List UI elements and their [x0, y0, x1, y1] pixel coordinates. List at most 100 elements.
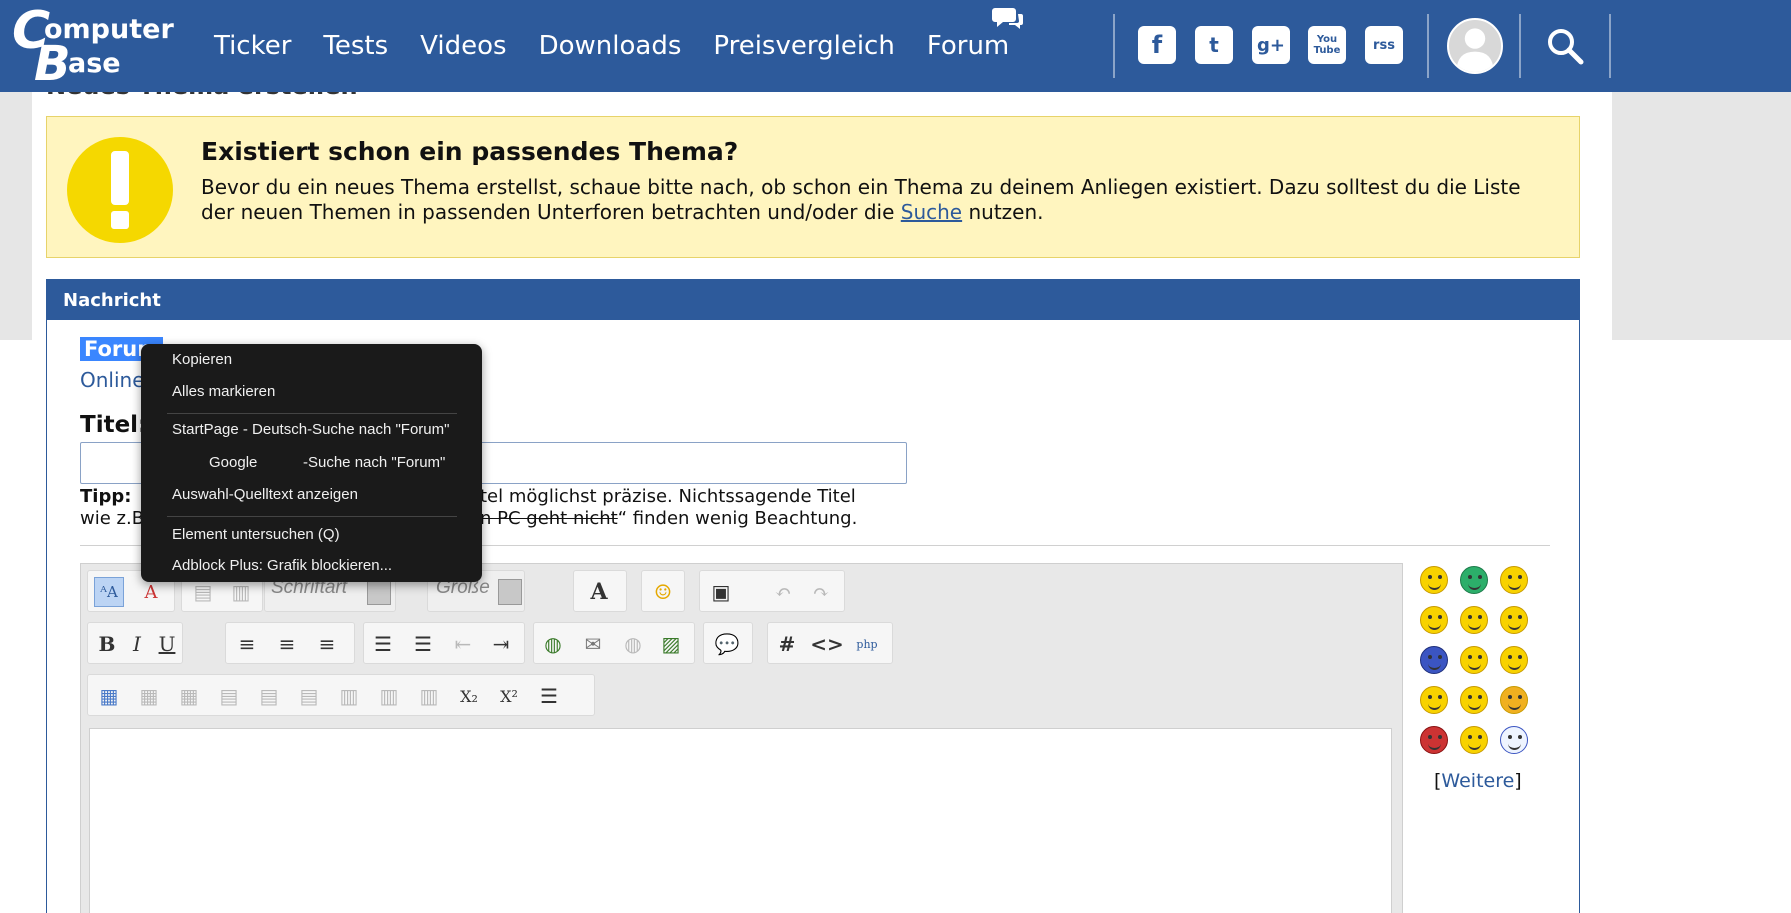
smiley-icon[interactable] [1420, 566, 1448, 594]
menu-item-view-source[interactable]: Auswahl-Quelltext anzeigen [172, 482, 358, 508]
toolbar-group-code: # <> php [767, 622, 893, 664]
align-center-icon[interactable]: ≡ [272, 629, 302, 659]
more-smileys-link[interactable]: Weitere [1441, 770, 1514, 792]
nav-preisvergleich[interactable]: Preisvergleich [713, 31, 894, 61]
email-icon[interactable]: ✉ [578, 629, 608, 659]
insert-col-left-icon[interactable]: ▥ [334, 681, 364, 711]
search-link[interactable]: Suche [901, 200, 962, 224]
more-smileys: [Weitere] [1434, 770, 1522, 792]
smiley-grin-icon[interactable] [1460, 566, 1488, 594]
notice-text: Bevor du ein neues Thema erstellst, scha… [201, 175, 1521, 224]
panel-heading: Nachricht [47, 280, 1579, 320]
nav-tests[interactable]: Tests [323, 31, 388, 61]
hash-icon[interactable]: # [772, 629, 802, 659]
smiley-wink-icon[interactable] [1500, 566, 1528, 594]
toolbar-group-format: B I U [87, 622, 183, 664]
indent-icon[interactable]: ⇥ [486, 629, 516, 659]
computerbase-logo[interactable]: C omputer B ase [10, 1, 180, 92]
table-properties-icon[interactable]: ▦ [134, 681, 164, 711]
underline-icon[interactable]: U [152, 629, 182, 659]
svg-text:ase: ase [68, 48, 121, 79]
chevron-down-icon [498, 579, 522, 605]
smiley-cool-icon[interactable] [1500, 606, 1528, 634]
svg-text:B: B [34, 36, 71, 84]
redo-icon[interactable]: ↷ [806, 577, 836, 607]
menu-item-copy[interactable]: Kopieren [172, 347, 232, 373]
notice-heading: Existiert schon ein passendes Thema? [201, 137, 739, 166]
message-textarea[interactable] [89, 728, 1392, 913]
switch-mode-icon[interactable]: ᴬA [94, 577, 124, 607]
online-link[interactable]: Online [80, 368, 145, 392]
context-menu: Kopieren Alles markieren StartPage - Deu… [141, 344, 482, 582]
smiley-sad-icon[interactable] [1460, 606, 1488, 634]
image-icon[interactable]: ▨ [656, 629, 686, 659]
menu-separator [167, 516, 457, 517]
font-color-icon[interactable]: A [584, 577, 614, 607]
insert-col-right-icon[interactable]: ▥ [374, 681, 404, 711]
menu-item-inspect[interactable]: Element untersuchen (Q) [172, 522, 340, 548]
smiley-lol-icon[interactable] [1420, 646, 1448, 674]
toolbar-group-color: A [573, 570, 627, 612]
rich-text-editor: ᴬA A ▤ ▥ Schriftart Größe A ☺ ▣ ↶ ↷ B I … [80, 563, 1403, 913]
insert-row-below-icon[interactable]: ▤ [254, 681, 284, 711]
user-avatar-icon[interactable] [1447, 18, 1503, 74]
nav-videos[interactable]: Videos [420, 31, 506, 61]
toolbar-group-lists: ☰ ☰ ⇤ ⇥ [363, 622, 525, 664]
code-icon[interactable]: <> [810, 629, 844, 659]
header-divider [1113, 14, 1115, 78]
smiley-rolleyes-icon[interactable] [1460, 646, 1488, 674]
bold-icon[interactable]: B [92, 629, 122, 659]
nav-downloads[interactable]: Downloads [539, 31, 682, 61]
menu-item-select-all[interactable]: Alles markieren [172, 379, 275, 405]
italic-icon[interactable]: I [122, 629, 152, 659]
link-icon[interactable]: ◍ [538, 629, 568, 659]
twitter-icon[interactable]: t [1195, 26, 1233, 64]
smiley-shocked-icon[interactable] [1500, 726, 1528, 754]
smiley-devil-icon[interactable] [1500, 686, 1528, 714]
menu-item-google-search[interactable]: Google -Suche nach "Forum" [172, 450, 445, 476]
toolbar-group-attach: ▣ ↶ ↷ [699, 570, 845, 612]
smiley-frown-icon[interactable] [1500, 646, 1528, 674]
nav-forum[interactable]: Forum [927, 31, 1009, 61]
search-icon[interactable] [1545, 26, 1585, 66]
ordered-list-icon[interactable]: ☰ [368, 629, 398, 659]
superscript-icon[interactable]: X² [494, 681, 524, 711]
smiley-eek-icon[interactable] [1460, 686, 1488, 714]
toolbar-group-insert: ◍ ✉ ◍ ▨ [533, 622, 695, 664]
delete-col-icon[interactable]: ▥ [414, 681, 444, 711]
smiley-happy-icon[interactable] [1420, 686, 1448, 714]
toolbar-group-align: ≡ ≡ ≡ [225, 622, 355, 664]
nav-ticker[interactable]: Ticker [214, 31, 291, 61]
exclamation-icon [67, 137, 173, 243]
undo-icon[interactable]: ↶ [768, 577, 798, 607]
insert-row-above-icon[interactable]: ▤ [214, 681, 244, 711]
youtube-icon[interactable]: You Tube [1308, 26, 1346, 64]
delete-table-icon[interactable]: ▦ [174, 681, 204, 711]
subscript-icon[interactable]: X₂ [454, 681, 484, 711]
align-left-icon[interactable]: ≡ [232, 629, 262, 659]
header-divider [1609, 14, 1611, 78]
smiley-surprised-icon[interactable] [1460, 726, 1488, 754]
background-left [0, 92, 32, 340]
smiley-laugh-icon[interactable] [1420, 606, 1448, 634]
php-icon[interactable]: php [852, 629, 882, 659]
quote-icon[interactable]: 💬 [712, 629, 742, 659]
header-divider [1519, 14, 1521, 78]
smiley-mad-icon[interactable] [1420, 726, 1448, 754]
table-icon[interactable]: ▦ [94, 681, 124, 711]
attachment-icon[interactable]: ▣ [706, 577, 736, 607]
toolbar-group-smiley: ☺ [641, 570, 685, 612]
menu-item-startpage-search[interactable]: StartPage - Deutsch-Suche nach "Forum" [172, 417, 449, 443]
unlink-icon[interactable]: ◍ [618, 629, 648, 659]
align-right-icon[interactable]: ≡ [312, 629, 342, 659]
horizontal-rule-icon[interactable]: ☰ [534, 681, 564, 711]
top-navigation-bar: C omputer B ase Ticker Tests Videos Down… [0, 0, 1791, 92]
facebook-icon[interactable]: f [1138, 26, 1176, 64]
delete-row-icon[interactable]: ▤ [294, 681, 324, 711]
outdent-icon[interactable]: ⇤ [448, 629, 478, 659]
unordered-list-icon[interactable]: ☰ [408, 629, 438, 659]
smiley-icon[interactable]: ☺ [648, 577, 678, 607]
rss-icon[interactable]: rss [1365, 26, 1403, 64]
google-plus-icon[interactable]: g+ [1252, 26, 1290, 64]
menu-item-adblock[interactable]: Adblock Plus: Grafik blockieren... [172, 553, 392, 579]
